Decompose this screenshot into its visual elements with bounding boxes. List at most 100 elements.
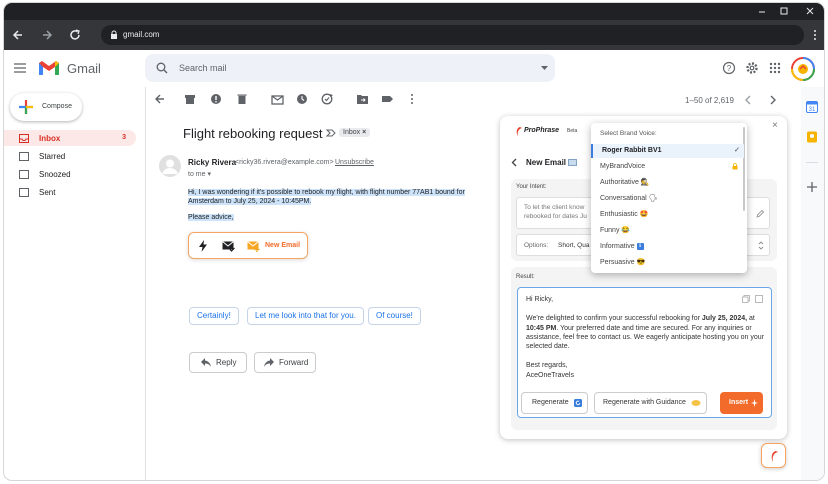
mail-check-icon[interactable] — [222, 240, 235, 252]
close-icon[interactable] — [803, 5, 817, 18]
label-icon[interactable] — [381, 93, 394, 105]
result-line: 10:45 PM. Your preferred date and time a… — [526, 325, 752, 332]
main-menu-icon[interactable] — [14, 63, 26, 73]
report-spam-icon[interactable] — [210, 93, 222, 105]
apps-grid-icon[interactable] — [769, 62, 781, 74]
brand-voice-option[interactable]: Conversational 🗣 — [591, 192, 744, 206]
move-to-icon[interactable] — [356, 93, 369, 105]
compose-button[interactable]: Compose — [10, 93, 82, 121]
insert-button[interactable]: Insert — [720, 392, 763, 414]
option-label: Informative — [600, 243, 635, 250]
forward-icon[interactable] — [39, 27, 55, 43]
brand-voice-option[interactable]: Enthusiastic 🤩 — [591, 208, 744, 222]
expand-icon[interactable] — [755, 295, 763, 303]
archive-icon[interactable] — [184, 93, 196, 105]
brand-voice-option[interactable]: MyBrandVoice — [591, 160, 744, 174]
mark-unread-icon[interactable] — [271, 93, 284, 105]
brand-voice-option[interactable]: Funny 😂 — [591, 224, 744, 238]
panel-back-icon[interactable] — [511, 158, 518, 167]
account-avatar[interactable] — [791, 57, 815, 81]
email-body-line: Amsterdam to July 25, 2024 - 10:45PM. — [188, 198, 312, 205]
maximize-icon[interactable] — [777, 5, 791, 18]
recipient-line[interactable]: to me ▾ — [188, 170, 211, 178]
nav-label: Inbox — [39, 134, 61, 143]
newer-chevron-icon[interactable] — [744, 95, 752, 105]
smart-reply-chip[interactable]: Let me look into that for you. — [247, 307, 364, 325]
address-bar[interactable]: gmail.com — [101, 25, 804, 45]
back-to-inbox-icon[interactable] — [154, 93, 166, 105]
result-signature: AceOneTravels — [526, 372, 574, 379]
brand-voice-option[interactable]: Authoritative 🕵 — [591, 176, 744, 190]
options-label: Options: — [524, 242, 549, 249]
sunglasses-emoji-icon: 😎 — [636, 259, 646, 266]
panel-title: New Email — [526, 158, 567, 167]
brand-voice-option[interactable]: Roger Rabbit BV1 ✓ — [591, 144, 744, 158]
search-options-icon[interactable] — [541, 66, 548, 70]
gmail-logo-icon[interactable] — [38, 60, 60, 76]
sent-icon — [19, 188, 29, 197]
url-text: gmail.com — [123, 30, 160, 39]
panel-close-icon[interactable]: × — [772, 120, 778, 131]
beta-badge: Beta — [567, 128, 578, 134]
result-line: assistance, feel free to contact us. We … — [526, 334, 765, 341]
title-bar — [4, 3, 824, 20]
option-label: Roger Rabbit BV1 — [602, 147, 662, 154]
rail-divider — [806, 162, 818, 163]
sender-email: <ricky36.rivera@example.com> — [235, 159, 334, 166]
chip-remove-icon[interactable]: × — [362, 129, 366, 136]
add-task-icon[interactable] — [321, 93, 334, 105]
unsubscribe-link[interactable]: Unsubscribe — [335, 159, 374, 166]
intent-label: Your Intent: — [516, 184, 547, 190]
options-stepper-icon[interactable] — [758, 240, 764, 251]
brand-voice-option[interactable]: Persuasive 😎 — [591, 256, 744, 270]
important-marker-icon[interactable] — [326, 128, 336, 138]
older-chevron-icon[interactable] — [769, 95, 777, 105]
forward-label: Forward — [279, 358, 309, 367]
search-bar[interactable]: Search mail — [145, 54, 555, 82]
browser-menu-icon[interactable] — [813, 29, 817, 41]
back-icon[interactable] — [10, 27, 26, 43]
prophrase-logo-icon — [770, 450, 779, 463]
lightning-icon[interactable] — [198, 240, 208, 252]
smart-reply-chip[interactable]: Of course! — [368, 307, 421, 325]
nav-sent[interactable]: Sent — [4, 184, 136, 200]
settings-gear-icon[interactable] — [745, 61, 759, 75]
regenerate-guidance-button[interactable]: Regenerate with Guidance — [594, 392, 707, 414]
refresh-icon — [574, 399, 582, 407]
reply-button[interactable]: Reply — [189, 352, 247, 373]
edit-pencil-icon[interactable] — [756, 210, 764, 218]
nav-snoozed[interactable]: Snoozed — [4, 166, 136, 182]
delete-icon[interactable] — [236, 93, 248, 105]
checkmark-icon: ✓ — [734, 147, 740, 154]
forward-button[interactable]: Forward — [254, 352, 316, 373]
minimize-icon[interactable] — [755, 5, 769, 18]
option-label: Persuasive — [600, 259, 635, 266]
svg-text:31: 31 — [809, 107, 816, 113]
smart-reply-chip[interactable]: Certainly! — [189, 307, 239, 325]
snooze-icon[interactable] — [296, 93, 308, 105]
envelope-icon — [568, 158, 577, 166]
add-addon-plus-icon[interactable] — [807, 182, 817, 192]
new-email-label[interactable]: New Email — [265, 242, 300, 249]
intent-text-line: To let the client know — [524, 204, 585, 211]
search-icon[interactable] — [156, 62, 168, 74]
star-struck-emoji-icon: 🤩 — [639, 211, 649, 218]
new-email-icon[interactable] — [247, 240, 260, 252]
reload-icon[interactable] — [67, 27, 83, 43]
nav-inbox[interactable]: Inbox 3 — [4, 130, 136, 146]
result-text: at — [747, 315, 755, 322]
option-label: Authoritative — [600, 179, 639, 186]
nav-starred[interactable]: Starred — [4, 148, 136, 164]
help-icon[interactable]: ? — [722, 61, 736, 75]
keep-icon[interactable] — [806, 131, 818, 143]
more-options-icon[interactable] — [410, 93, 414, 105]
brand-voice-option[interactable]: Informative ℹ — [591, 240, 744, 254]
copy-icon[interactable] — [742, 295, 750, 303]
calendar-icon[interactable]: 31 — [806, 101, 818, 113]
prophrase-launcher-button[interactable] — [761, 443, 786, 468]
search-input[interactable]: Search mail — [179, 63, 227, 73]
regenerate-button[interactable]: Regenerate — [521, 392, 588, 414]
nav-label: Sent — [39, 188, 56, 197]
prophrase-action-bar: New Email — [188, 232, 308, 259]
inbox-label-chip[interactable]: Inbox × — [339, 128, 371, 137]
